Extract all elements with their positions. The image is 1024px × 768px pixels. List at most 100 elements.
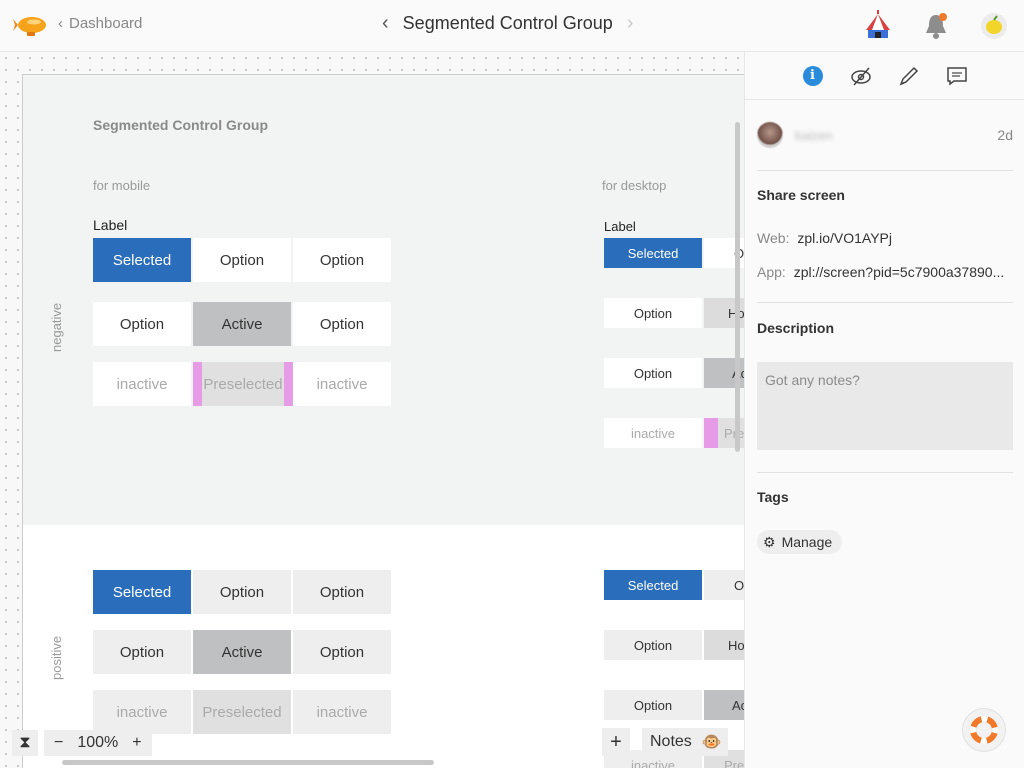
segment-option-inactive[interactable]: inactive xyxy=(93,362,193,406)
circus-tent-icon[interactable] xyxy=(862,10,894,42)
segment-option-inactive[interactable]: inactive xyxy=(293,362,393,406)
artboard-title: Segmented Control Group xyxy=(93,117,268,133)
avatar xyxy=(757,122,783,148)
mobile-negative-segment-1: Selected Option Option xyxy=(93,238,393,282)
notes-button[interactable]: Notes 🐵 xyxy=(642,728,728,756)
desktop-field-label: Label xyxy=(604,219,636,234)
mobile-positive-segment-3: inactive Preselected inactive xyxy=(93,690,393,734)
mobile-field-label: Label xyxy=(93,217,128,233)
segment-option-active[interactable]: Active xyxy=(193,302,293,346)
segment-option-inactive[interactable]: inactive xyxy=(93,690,193,734)
positive-label: positive xyxy=(49,635,64,680)
pen-icon[interactable] xyxy=(898,65,920,87)
help-lifebuoy-button[interactable] xyxy=(962,708,1006,752)
negative-label: negative xyxy=(49,302,64,352)
desktop-negative-segment-3: Option Ac xyxy=(604,358,744,388)
mobile-negative-segment-3: inactive Preselected inactive xyxy=(93,362,393,406)
zoom-controls: ⧗ − 100% + xyxy=(12,730,152,756)
segment-option[interactable]: Option xyxy=(293,630,393,674)
desktop-negative-segment-2: Option Ho xyxy=(604,298,744,328)
design-canvas[interactable]: Segmented Control Group for mobile for d… xyxy=(0,52,744,768)
top-icons xyxy=(862,10,1010,42)
share-screen-title: Share screen xyxy=(757,187,845,203)
right-panel: i kaizen 2d Share screen Web: zpl.io/VO1… xyxy=(744,52,1024,768)
desktop-positive-segment-2: Option Ho xyxy=(604,630,744,660)
web-link-row[interactable]: Web: zpl.io/VO1AYPj xyxy=(757,230,1015,246)
monkey-icon: 🐵 xyxy=(701,734,722,751)
segment-option-selected[interactable]: Selected xyxy=(604,238,704,268)
zoom-box: − 100% + xyxy=(44,730,152,756)
eye-slash-icon[interactable] xyxy=(850,65,872,87)
segment-option-inactive[interactable]: inactive xyxy=(604,418,704,448)
segment-option-selected[interactable]: Selected xyxy=(93,238,193,282)
lifebuoy-icon xyxy=(970,716,998,744)
desktop-positive-segment-3: Option Ac xyxy=(604,690,744,720)
notes-label: Notes xyxy=(650,733,692,750)
segment-option-inactive[interactable]: inactive xyxy=(293,690,393,734)
next-screen-icon[interactable]: › xyxy=(627,12,634,35)
screen-title-nav: ‹ Segmented Control Group › xyxy=(382,12,633,35)
segment-option-preselected[interactable]: Preselected xyxy=(193,362,293,406)
segment-option-active[interactable]: Ac xyxy=(704,690,744,720)
description-title: Description xyxy=(757,320,835,336)
back-label: Dashboard xyxy=(69,15,143,32)
segment-option[interactable]: Option xyxy=(293,570,393,614)
segment-option[interactable]: Option xyxy=(604,358,704,388)
back-to-dashboard-link[interactable]: ‹ Dashboard xyxy=(58,15,142,32)
web-link[interactable]: zpl.io/VO1AYPj xyxy=(797,230,892,246)
horizontal-scrollbar[interactable] xyxy=(62,760,434,765)
segment-option[interactable]: Option xyxy=(604,298,704,328)
segment-option-active[interactable]: Active xyxy=(193,630,293,674)
chevron-left-icon: ‹ xyxy=(58,15,63,32)
for-desktop-label: for desktop xyxy=(602,178,667,193)
zoom-in-button[interactable]: + xyxy=(132,734,141,752)
hourglass-icon[interactable]: ⧗ xyxy=(12,730,38,756)
comment-icon[interactable] xyxy=(946,65,968,87)
user-name: kaizen xyxy=(795,127,833,143)
divider xyxy=(757,472,1013,473)
web-key: Web: xyxy=(757,230,790,246)
segment-option[interactable]: Option xyxy=(293,302,393,346)
page-title: Segmented Control Group xyxy=(402,13,613,33)
segment-option[interactable]: Option xyxy=(193,238,293,282)
zoom-out-button[interactable]: − xyxy=(54,734,63,752)
for-mobile-label: for mobile xyxy=(93,178,151,193)
segment-option-selected[interactable]: Selected xyxy=(93,570,193,614)
manage-label: Manage xyxy=(781,534,833,550)
timestamp: 2d xyxy=(997,127,1013,143)
lemon-avatar-icon[interactable] xyxy=(978,10,1010,42)
segment-option[interactable]: Option xyxy=(604,630,704,660)
segment-option[interactable]: Option xyxy=(193,570,293,614)
segment-option-selected[interactable]: Selected xyxy=(604,570,704,600)
segment-option[interactable]: Option xyxy=(604,690,704,720)
app-link-row[interactable]: App: zpl://screen?pid=5c7900a37890... xyxy=(757,264,1015,280)
segment-option[interactable]: Option xyxy=(293,238,393,282)
desktop-negative-segment-1: Selected Op xyxy=(604,238,744,268)
vertical-scrollbar[interactable] xyxy=(735,122,740,452)
segment-option[interactable]: Option xyxy=(93,302,193,346)
app-link[interactable]: zpl://screen?pid=5c7900a37890... xyxy=(794,264,1005,280)
creator-row: kaizen 2d xyxy=(757,122,1013,148)
previous-screen-icon[interactable]: ‹ xyxy=(382,12,389,35)
zeppelin-logo-icon[interactable] xyxy=(12,12,48,40)
panel-tabs: i xyxy=(745,52,1024,100)
add-button[interactable]: + xyxy=(602,728,630,756)
manage-tags-button[interactable]: ⚙ Manage xyxy=(757,530,843,554)
info-icon: i xyxy=(802,65,823,86)
tags-title: Tags xyxy=(757,489,789,505)
segment-option[interactable]: Option xyxy=(93,630,193,674)
artboard: Segmented Control Group for mobile for d… xyxy=(22,74,744,768)
mobile-positive-segment-2: Option Active Option xyxy=(93,630,393,674)
segment-option-preselected[interactable]: Preselected xyxy=(193,690,293,734)
description-input[interactable] xyxy=(757,362,1013,450)
divider xyxy=(757,170,1013,171)
mobile-negative-segment-2: Option Active Option xyxy=(93,302,393,346)
mobile-positive-segment-1: Selected Option Option xyxy=(93,570,393,614)
top-bar: ‹ Dashboard ‹ Segmented Control Group › xyxy=(0,0,1024,52)
gear-icon: ⚙ xyxy=(763,533,776,550)
segment-option[interactable]: Op xyxy=(704,570,744,600)
tab-info[interactable]: i xyxy=(802,65,824,87)
segment-option-hover[interactable]: Ho xyxy=(704,630,744,660)
desktop-positive-segment-1: Selected Op xyxy=(604,570,744,600)
notification-bell-icon[interactable] xyxy=(920,10,952,42)
